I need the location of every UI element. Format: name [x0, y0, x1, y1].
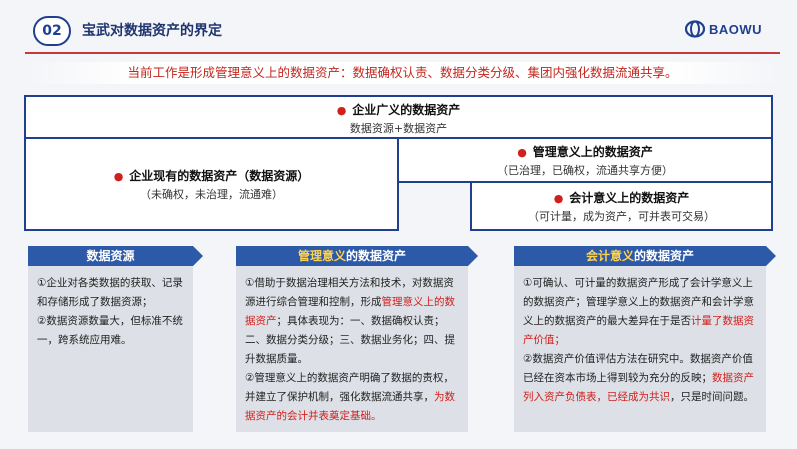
baowu-logo: BAOWU [685, 20, 762, 38]
panel-accounting-assets: 会计意义的数据资产 ①可确认、可计量的数据资产形成了会计学意义上的数据资产；管理… [514, 246, 776, 432]
framework-box-broad: ● 企业广义的数据资产 数据资源+数据资产 [24, 95, 773, 139]
panel-paragraph: ②数据资源数量大，但标准不统一，跨系统应用难。 [37, 315, 183, 346]
framework-box-sub: 数据资源+数据资产 [349, 122, 448, 135]
panel-paragraph: ①借助于数据治理相关方法和技术，对数据资源进行综合管理和控制，形成管理意义上的数… [245, 277, 455, 365]
framework-box-accounting: ● 会计意义上的数据资产 （可计量，成为资产，可并表可交易） [470, 181, 773, 231]
panel-title: 会计意义的数据资产 [514, 246, 776, 266]
panel-paragraph: ②管理意义上的数据资产明确了数据的责权，并建立了保护机制，强化数据流通共享，为数… [245, 372, 455, 422]
section-number-badge: 02 [33, 16, 71, 46]
panel-body: ①借助于数据治理相关方法和技术，对数据资源进行综合管理和控制，形成管理意义上的数… [236, 266, 468, 432]
baowu-logo-icon [685, 20, 705, 38]
intro-statement: 当前工作是形成管理意义上的数据资产：数据确权认责、数据分类分级、集团内强化数据流… [25, 62, 780, 84]
section-number: 02 [42, 23, 62, 39]
framework-box-management: ● 管理意义上的数据资产 （已治理，已确权，流通共享方便） [397, 137, 773, 183]
logo-text: BAOWU [709, 21, 763, 37]
framework-box-title: ● 企业广义的数据资产 [336, 103, 461, 117]
framework-box-title: ● 管理意义上的数据资产 [517, 144, 653, 159]
framework-box-title: ● 会计意义上的数据资产 [553, 190, 690, 205]
framework-box-sub: （可计量，成为资产，可并表可交易） [528, 209, 715, 223]
panel-data-resources: 数据资源 ①企业对各类数据的获取、记录和存储形成了数据资源； ②数据资源数量大，… [28, 246, 203, 432]
panel-paragraph: ①可确认、可计量的数据资产形成了会计学意义上的数据资产；管理学意义上的数据资产和… [523, 277, 754, 346]
framework-box-existing: ● 企业现有的数据资产（数据资源） （未确权，未治理，流通难） [24, 137, 399, 231]
panel-title: 数据资源 [28, 246, 203, 266]
panel-paragraph: ②数据资产价值评估方法在研究中。数据资产价值已经在资本市场上得到较为充分的反映；… [523, 353, 754, 403]
panel-body: ①企业对各类数据的获取、记录和存储形成了数据资源； ②数据资源数量大，但标准不统… [28, 266, 193, 356]
framework-box-sub: （未确权，未治理，流通难） [140, 187, 283, 201]
bullet-dot-icon: ● [336, 104, 347, 117]
panel-management-assets: 管理意义的数据资产 ①借助于数据治理相关方法和技术，对数据资源进行综合管理和控制… [236, 246, 478, 432]
bullet-dot-icon: ● [113, 169, 124, 183]
panel-body: ①可确认、可计量的数据资产形成了会计学意义上的数据资产；管理学意义上的数据资产和… [514, 266, 766, 413]
bullet-dot-icon: ● [553, 191, 564, 205]
panel-title: 管理意义的数据资产 [236, 246, 478, 266]
framework-box-sub: （已治理，已确权，流通共享方便） [497, 163, 673, 177]
slide: 02 宝武对数据资产的界定 BAOWU 当前工作是形成管理意义上的数据资产：数据… [0, 0, 797, 449]
bullet-dot-icon: ● [517, 145, 527, 159]
framework-box-title: ● 企业现有的数据资产（数据资源） [113, 168, 310, 183]
page-title: 宝武对数据资产的界定 [82, 23, 222, 39]
header-divider [25, 52, 780, 54]
panel-paragraph: ①企业对各类数据的获取、记录和存储形成了数据资源； [37, 277, 183, 308]
